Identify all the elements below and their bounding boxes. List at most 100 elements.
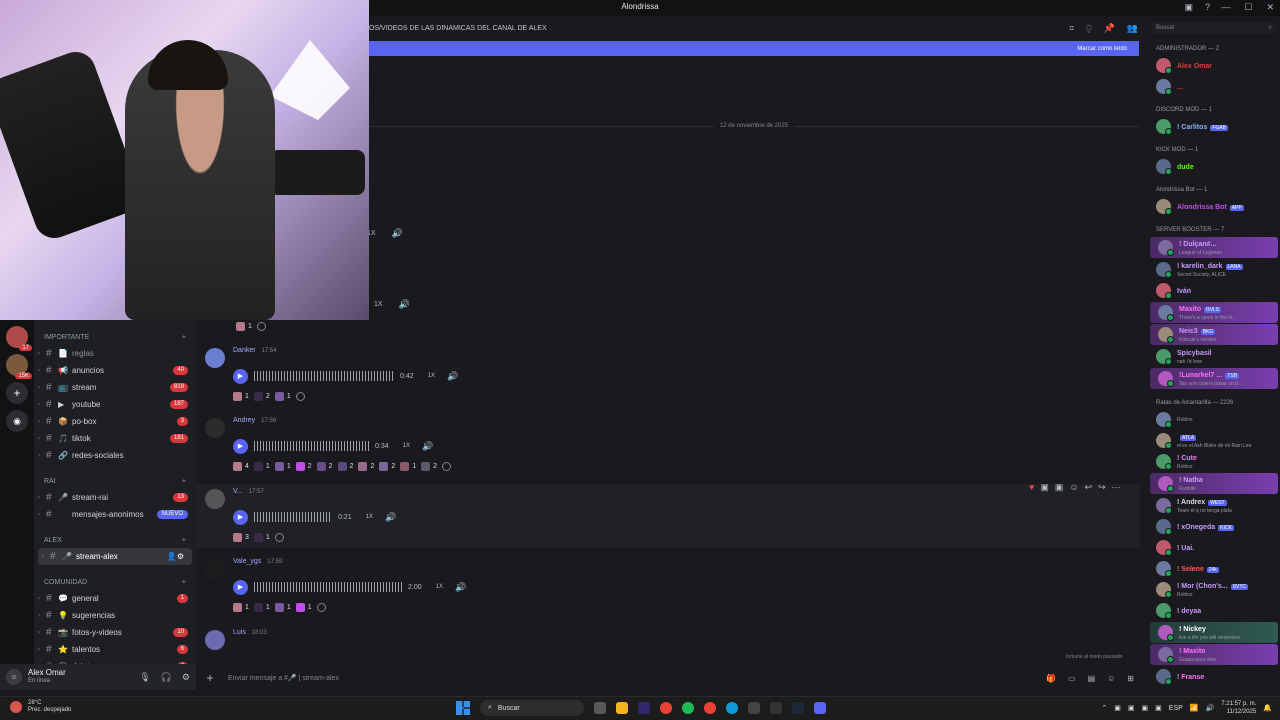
discord-icon[interactable] bbox=[814, 702, 826, 714]
volume-icon[interactable]: 🔊 bbox=[422, 441, 433, 452]
add-reaction-icon[interactable] bbox=[295, 392, 305, 401]
reaction[interactable]: 4 bbox=[233, 462, 249, 471]
threads-icon[interactable]: ⌗ bbox=[1069, 23, 1074, 34]
member-item[interactable]: ! Carlitos FGAB bbox=[1148, 116, 1280, 137]
channel-item[interactable]: › # 📦 po-box 3 bbox=[34, 413, 196, 430]
clock[interactable]: 7:21:57 p. m. 11/12/2025 bbox=[1221, 700, 1256, 716]
sticker-icon[interactable]: ▤ bbox=[1088, 674, 1096, 683]
store-icon[interactable] bbox=[748, 702, 760, 714]
volume-icon[interactable]: 🔊 bbox=[385, 512, 396, 523]
reaction[interactable]: 1 bbox=[274, 392, 291, 401]
reply-icon[interactable]: ↩ bbox=[1085, 482, 1093, 493]
playback-speed[interactable]: 1X bbox=[374, 301, 383, 308]
member-item[interactable]: ! deyaa bbox=[1148, 600, 1280, 621]
volume-icon[interactable]: 🔊 bbox=[1206, 704, 1215, 712]
reaction[interactable]: 1 bbox=[233, 603, 249, 612]
add-server-icon[interactable]: + bbox=[6, 382, 28, 404]
spotify-icon[interactable] bbox=[682, 702, 694, 714]
channel-item[interactable]: › # 📢 anuncios 40 bbox=[34, 362, 196, 379]
member-item[interactable]: ! Maxito Guapa para dios bbox=[1150, 644, 1278, 665]
member-item[interactable]: ! Andrex WEST Team el q no tenga plata bbox=[1148, 495, 1280, 516]
author-name[interactable]: Andrey bbox=[233, 417, 255, 424]
channel-item[interactable]: › # 🔗 redes-sociales bbox=[34, 447, 196, 464]
emoji-reaction-icon[interactable]: ▣ bbox=[1040, 482, 1049, 493]
member-item[interactable]: Alex Omar bbox=[1148, 55, 1280, 76]
add-channel-icon[interactable]: + bbox=[182, 537, 186, 544]
play-icon[interactable]: ▶ bbox=[233, 438, 248, 454]
avatar[interactable]: ☺ bbox=[6, 669, 22, 685]
apps-icon[interactable]: ⊞ bbox=[1127, 674, 1134, 683]
chrome-icon[interactable] bbox=[704, 702, 716, 714]
channel-item[interactable]: › # 💡 sugerencias bbox=[34, 607, 196, 624]
taskview-icon[interactable] bbox=[594, 702, 606, 714]
headphones-icon[interactable]: 🎧 bbox=[161, 672, 172, 683]
reaction[interactable]: 1 bbox=[253, 462, 270, 471]
taskbar-search[interactable]: ⌕ Buscar bbox=[480, 700, 584, 716]
help-icon[interactable]: ? bbox=[1205, 2, 1210, 13]
play-icon[interactable]: ▶ bbox=[233, 368, 248, 384]
member-item[interactable]: ! Dulçan#... League of Legends bbox=[1150, 237, 1278, 258]
member-item[interactable]: ! Uai. bbox=[1148, 537, 1280, 558]
minimize-icon[interactable]: — bbox=[1221, 2, 1230, 13]
reaction[interactable]: 1 bbox=[400, 462, 416, 471]
play-icon[interactable]: ▶ bbox=[233, 509, 248, 525]
reaction[interactable]: 1 bbox=[236, 322, 252, 331]
inbox-icon[interactable]: ▣ bbox=[1184, 2, 1193, 13]
playback-speed[interactable]: 1X bbox=[436, 584, 443, 590]
volume-icon[interactable]: 🔊 bbox=[447, 371, 458, 382]
channel-item[interactable]: › # 🎤 stream-alex 👤⚙ bbox=[38, 548, 192, 565]
author-name[interactable]: Danker bbox=[233, 347, 256, 354]
tray-app-icon[interactable]: ▣ bbox=[1114, 704, 1121, 712]
discover-icon[interactable]: ◉ bbox=[6, 410, 28, 432]
play-icon[interactable]: ▶ bbox=[233, 579, 248, 595]
reaction[interactable]: 1 bbox=[233, 392, 249, 401]
tray-app-icon[interactable]: ▣ bbox=[1155, 704, 1162, 712]
channel-category[interactable]: IMPORTANTE + bbox=[34, 320, 196, 345]
add-channel-icon[interactable]: + bbox=[182, 478, 186, 485]
avatar[interactable] bbox=[205, 348, 225, 368]
member-item[interactable]: ! Franse bbox=[1148, 666, 1280, 687]
channel-item[interactable]: › # 📄 reglas bbox=[34, 345, 196, 362]
member-item[interactable]: ! Natha Fortnite bbox=[1150, 473, 1278, 494]
file-explorer-icon[interactable] bbox=[616, 702, 628, 714]
reaction[interactable]: 3 bbox=[233, 533, 249, 542]
reaction[interactable]: 2 bbox=[358, 462, 374, 471]
notifications-icon[interactable]: 🔔 bbox=[1263, 704, 1272, 712]
reaction[interactable]: 1 bbox=[274, 462, 291, 471]
chrome-icon[interactable] bbox=[660, 702, 672, 714]
channel-item[interactable]: › # 📺 stream 819 bbox=[34, 379, 196, 396]
gif-icon[interactable]: ▭ bbox=[1068, 674, 1076, 683]
waveform[interactable] bbox=[254, 441, 369, 451]
channel-settings-icon[interactable]: 👤⚙ bbox=[167, 552, 184, 561]
reaction[interactable]: 1 bbox=[253, 533, 270, 542]
volume-icon[interactable]: 🔊 bbox=[399, 299, 410, 310]
member-item[interactable]: !Lunarkel7 ... TSB Tan solo quiero pasar u… bbox=[1150, 368, 1278, 389]
member-item[interactable]: ! Mor (Chon's... SVTC Roblox bbox=[1148, 579, 1280, 600]
gift-icon[interactable]: 🎁 bbox=[1046, 674, 1056, 683]
close-icon[interactable]: ✕ bbox=[1266, 2, 1274, 13]
emoji-icon[interactable]: ☺ bbox=[1107, 674, 1115, 683]
start-icon[interactable] bbox=[456, 701, 470, 715]
new-messages-banner[interactable]: Marcar como leído bbox=[369, 41, 1139, 56]
playback-speed[interactable]: 1X bbox=[366, 514, 373, 520]
channel-category[interactable]: COMUNIDAD + bbox=[34, 565, 196, 590]
playback-speed[interactable]: 1X bbox=[403, 443, 410, 449]
member-item[interactable]: Roblox bbox=[1148, 409, 1280, 430]
add-reaction-icon[interactable] bbox=[274, 533, 284, 542]
weather-widget[interactable]: 28°C Prec. despejado bbox=[10, 700, 71, 714]
author-name[interactable]: Luis bbox=[233, 629, 246, 636]
waveform[interactable] bbox=[254, 582, 402, 592]
reaction[interactable]: 1 bbox=[295, 603, 312, 612]
maximize-icon[interactable]: ☐ bbox=[1244, 2, 1252, 13]
reaction[interactable]: 2 bbox=[379, 462, 395, 471]
reaction[interactable]: 2 bbox=[421, 462, 437, 471]
forward-icon[interactable]: ↪ bbox=[1098, 482, 1106, 493]
channel-item[interactable]: › # 🎤 stream-rai 13 bbox=[34, 489, 196, 506]
add-channel-icon[interactable]: + bbox=[182, 334, 186, 341]
wifi-icon[interactable]: 📶 bbox=[1190, 704, 1199, 712]
mark-read-label[interactable]: Marcar como leído bbox=[1077, 46, 1127, 52]
member-item[interactable]: ! Nickey live a life you will remember bbox=[1150, 622, 1278, 643]
edge-icon[interactable] bbox=[726, 702, 738, 714]
mic-icon[interactable]: 🎙 bbox=[139, 672, 150, 683]
avatar[interactable] bbox=[205, 559, 225, 579]
